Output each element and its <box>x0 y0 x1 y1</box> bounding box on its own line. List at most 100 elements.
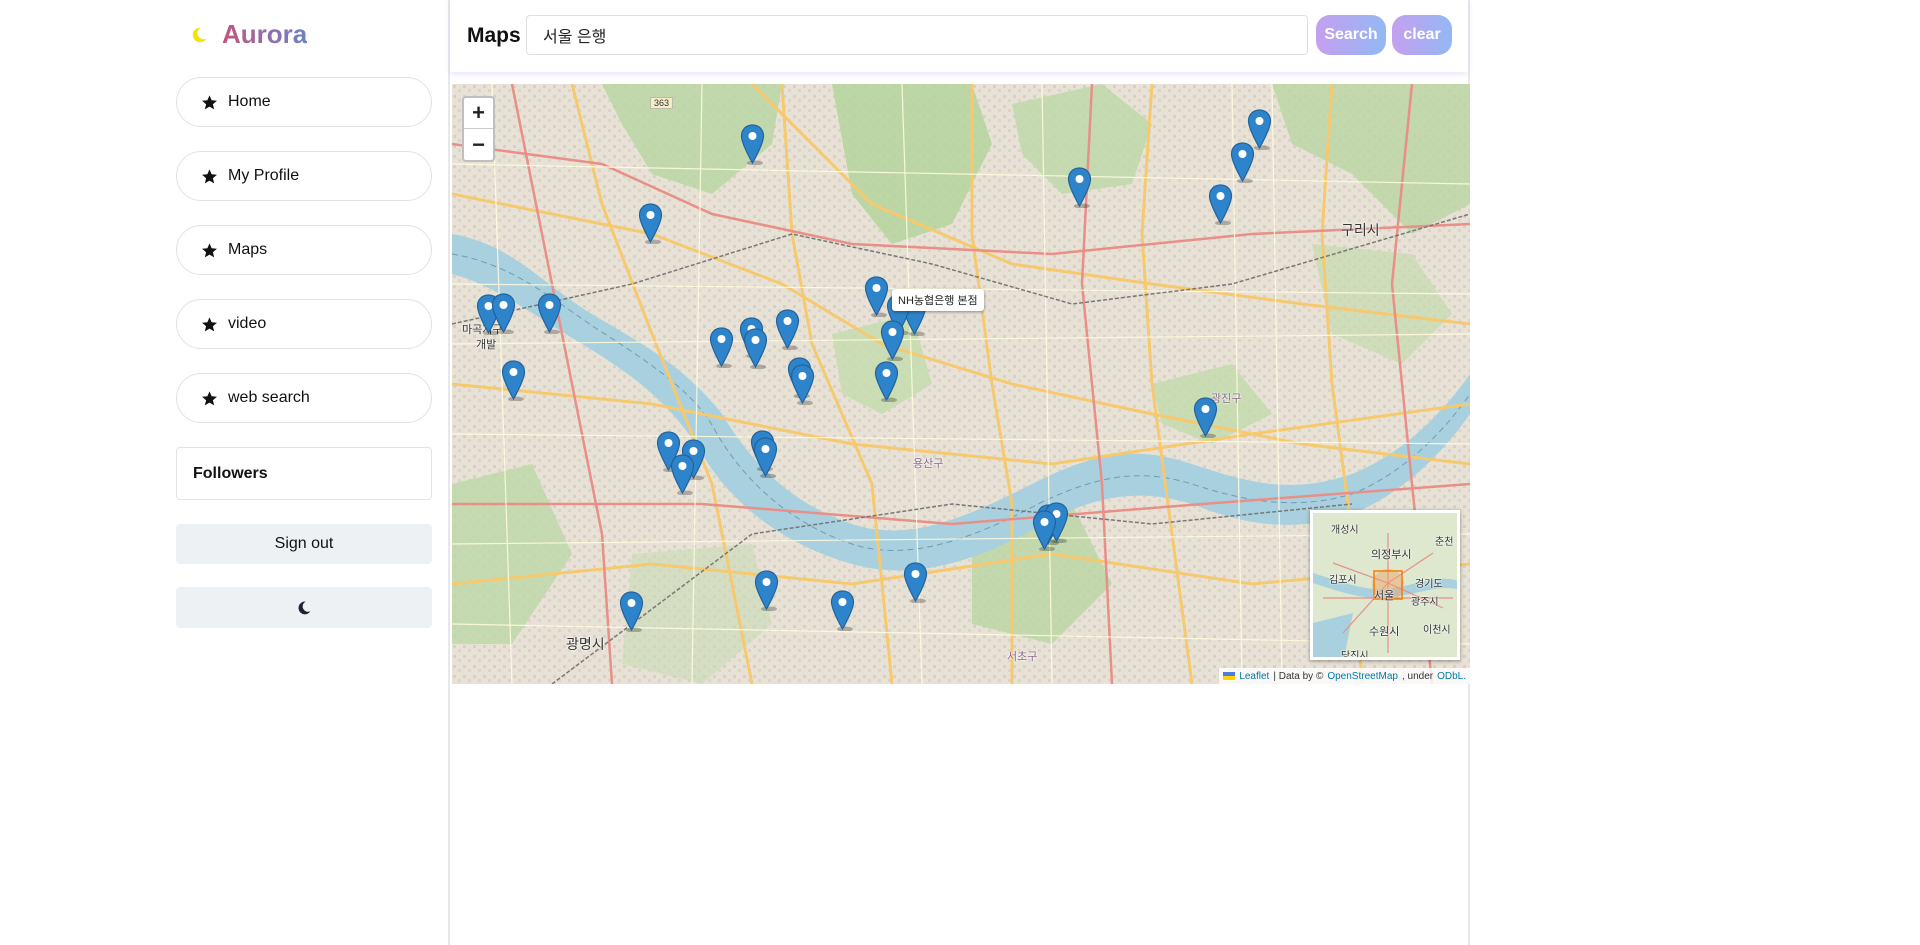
search-button[interactable]: Search <box>1316 15 1386 55</box>
map-pin-icon <box>1247 109 1272 151</box>
followers-panel: Followers <box>176 447 432 500</box>
map-marker[interactable] <box>1247 109 1272 151</box>
nav-my-profile-label: My Profile <box>228 167 300 184</box>
attribution-data-by: | Data by © <box>1273 670 1324 682</box>
maps-toolbar: Maps Search clear <box>450 0 1468 72</box>
map-pin-icon <box>537 293 562 335</box>
star-icon <box>202 94 217 109</box>
map-pin-icon <box>501 360 526 402</box>
map-pin-icon <box>491 293 516 335</box>
map-pin-icon <box>743 328 768 370</box>
map-marker[interactable] <box>1067 167 1092 209</box>
nav-home[interactable]: Home <box>176 77 432 127</box>
brand-title: Aurora <box>222 19 308 49</box>
map-pin-icon <box>1067 167 1092 209</box>
moon-icon <box>298 601 311 614</box>
brand[interactable]: Aurora <box>190 19 307 50</box>
map-pin-icon <box>830 590 855 632</box>
minimap[interactable]: 개성시 춘천 의정부시 김포시 경기도 서울 광주시 수원시 이천시 당진시 <box>1310 510 1460 660</box>
sign-out-label: Sign out <box>274 535 334 552</box>
map-marker[interactable] <box>638 203 663 245</box>
nav-maps-label: Maps <box>228 241 268 258</box>
attribution-under: , under <box>1401 670 1434 682</box>
nav-video[interactable]: video <box>176 299 432 349</box>
map-marker[interactable] <box>1193 397 1218 439</box>
nav-web-search[interactable]: web search <box>176 373 432 423</box>
zoom-control: + − <box>462 96 495 162</box>
map-label-mapo2: 개발 <box>476 339 497 351</box>
sign-out-button[interactable]: Sign out <box>176 524 432 564</box>
zoom-out-button[interactable]: − <box>464 129 493 160</box>
zoom-in-button[interactable]: + <box>464 98 493 129</box>
map-marker[interactable] <box>1208 184 1233 226</box>
nav-web-search-label: web search <box>228 389 310 406</box>
map-pin-icon <box>775 309 800 351</box>
nav-video-label: video <box>228 315 267 332</box>
minimap-label-uijeongbu: 의정부시 <box>1371 549 1412 561</box>
leaflet-link[interactable]: Leaflet <box>1239 671 1269 682</box>
minimap-label-gwangju: 광주시 <box>1411 597 1439 608</box>
map-attribution: Leaflet | Data by © OpenStreetMap , unde… <box>1219 668 1470 684</box>
followers-heading: Followers <box>193 464 268 482</box>
theme-toggle-button[interactable] <box>176 587 432 628</box>
nav-home-label: Home <box>228 93 271 110</box>
map-pin-icon <box>753 437 778 479</box>
map-marker[interactable] <box>874 361 899 403</box>
map-marker[interactable] <box>903 562 928 604</box>
map-marker[interactable] <box>753 437 778 479</box>
minimap-label-gyeonggi: 경기도 <box>1415 579 1443 590</box>
map-marker[interactable] <box>537 293 562 335</box>
map-pin-icon <box>740 124 765 166</box>
minimap-label-chuncheon: 춘천 <box>1435 537 1454 548</box>
map-marker[interactable] <box>754 570 779 612</box>
map-marker[interactable] <box>501 360 526 402</box>
minimap-label-dangjin: 당진시 <box>1341 651 1369 660</box>
map-pin-icon <box>790 364 815 406</box>
minimap-label-seoul: 서울 <box>1374 590 1395 602</box>
moon-logo-icon <box>192 27 207 42</box>
osm-link[interactable]: OpenStreetMap <box>1327 671 1398 682</box>
nav-maps[interactable]: Maps <box>176 225 432 275</box>
nav-my-profile[interactable]: My Profile <box>176 151 432 201</box>
map-pin-icon <box>754 570 779 612</box>
map-pin-icon <box>638 203 663 245</box>
map-marker[interactable] <box>743 328 768 370</box>
map-pin-icon <box>1208 184 1233 226</box>
marker-tooltip: NH농협은행 본점 <box>892 289 984 311</box>
map-label-gwangmyeong: 광명시 <box>566 636 605 652</box>
map-pin-icon <box>1032 510 1057 552</box>
star-icon <box>202 390 217 405</box>
map-marker[interactable] <box>491 293 516 335</box>
map-marker[interactable] <box>830 590 855 632</box>
minimap-label-gaeseong: 개성시 <box>1331 525 1359 536</box>
map-pin-icon <box>880 320 905 362</box>
map-view[interactable]: 363 구리시 광명시 용산구 서초구 광진구 마곡지구 개발 NH농협은행 본… <box>452 84 1470 684</box>
map-marker[interactable] <box>740 124 765 166</box>
map-pin-icon <box>619 591 644 633</box>
search-input[interactable] <box>526 15 1308 55</box>
map-label-guri: 구리시 <box>1341 222 1380 238</box>
minimap-label-suwon: 수원시 <box>1369 626 1400 638</box>
ukraine-flag-icon <box>1223 672 1236 680</box>
map-marker[interactable] <box>790 364 815 406</box>
map-marker[interactable] <box>1032 510 1057 552</box>
map-pin-icon <box>903 562 928 604</box>
map-marker[interactable] <box>670 454 695 496</box>
road-number-label: 363 <box>650 97 674 109</box>
page-title: Maps <box>467 24 521 47</box>
sidebar: Aurora Home My Profile Maps video web se… <box>0 0 450 945</box>
star-icon <box>202 168 217 183</box>
map-pin-icon <box>709 327 734 369</box>
map-pin-icon <box>670 454 695 496</box>
star-icon <box>202 242 217 257</box>
map-marker[interactable] <box>619 591 644 633</box>
map-label-yongsan: 용산구 <box>913 458 944 470</box>
map-marker[interactable] <box>880 320 905 362</box>
map-marker[interactable] <box>775 309 800 351</box>
map-pin-icon <box>1193 397 1218 439</box>
odbl-link[interactable]: ODbL. <box>1437 671 1466 682</box>
map-pin-icon <box>874 361 899 403</box>
minimap-label-gimpo: 김포시 <box>1329 575 1357 586</box>
clear-button[interactable]: clear <box>1392 15 1452 55</box>
map-marker[interactable] <box>709 327 734 369</box>
